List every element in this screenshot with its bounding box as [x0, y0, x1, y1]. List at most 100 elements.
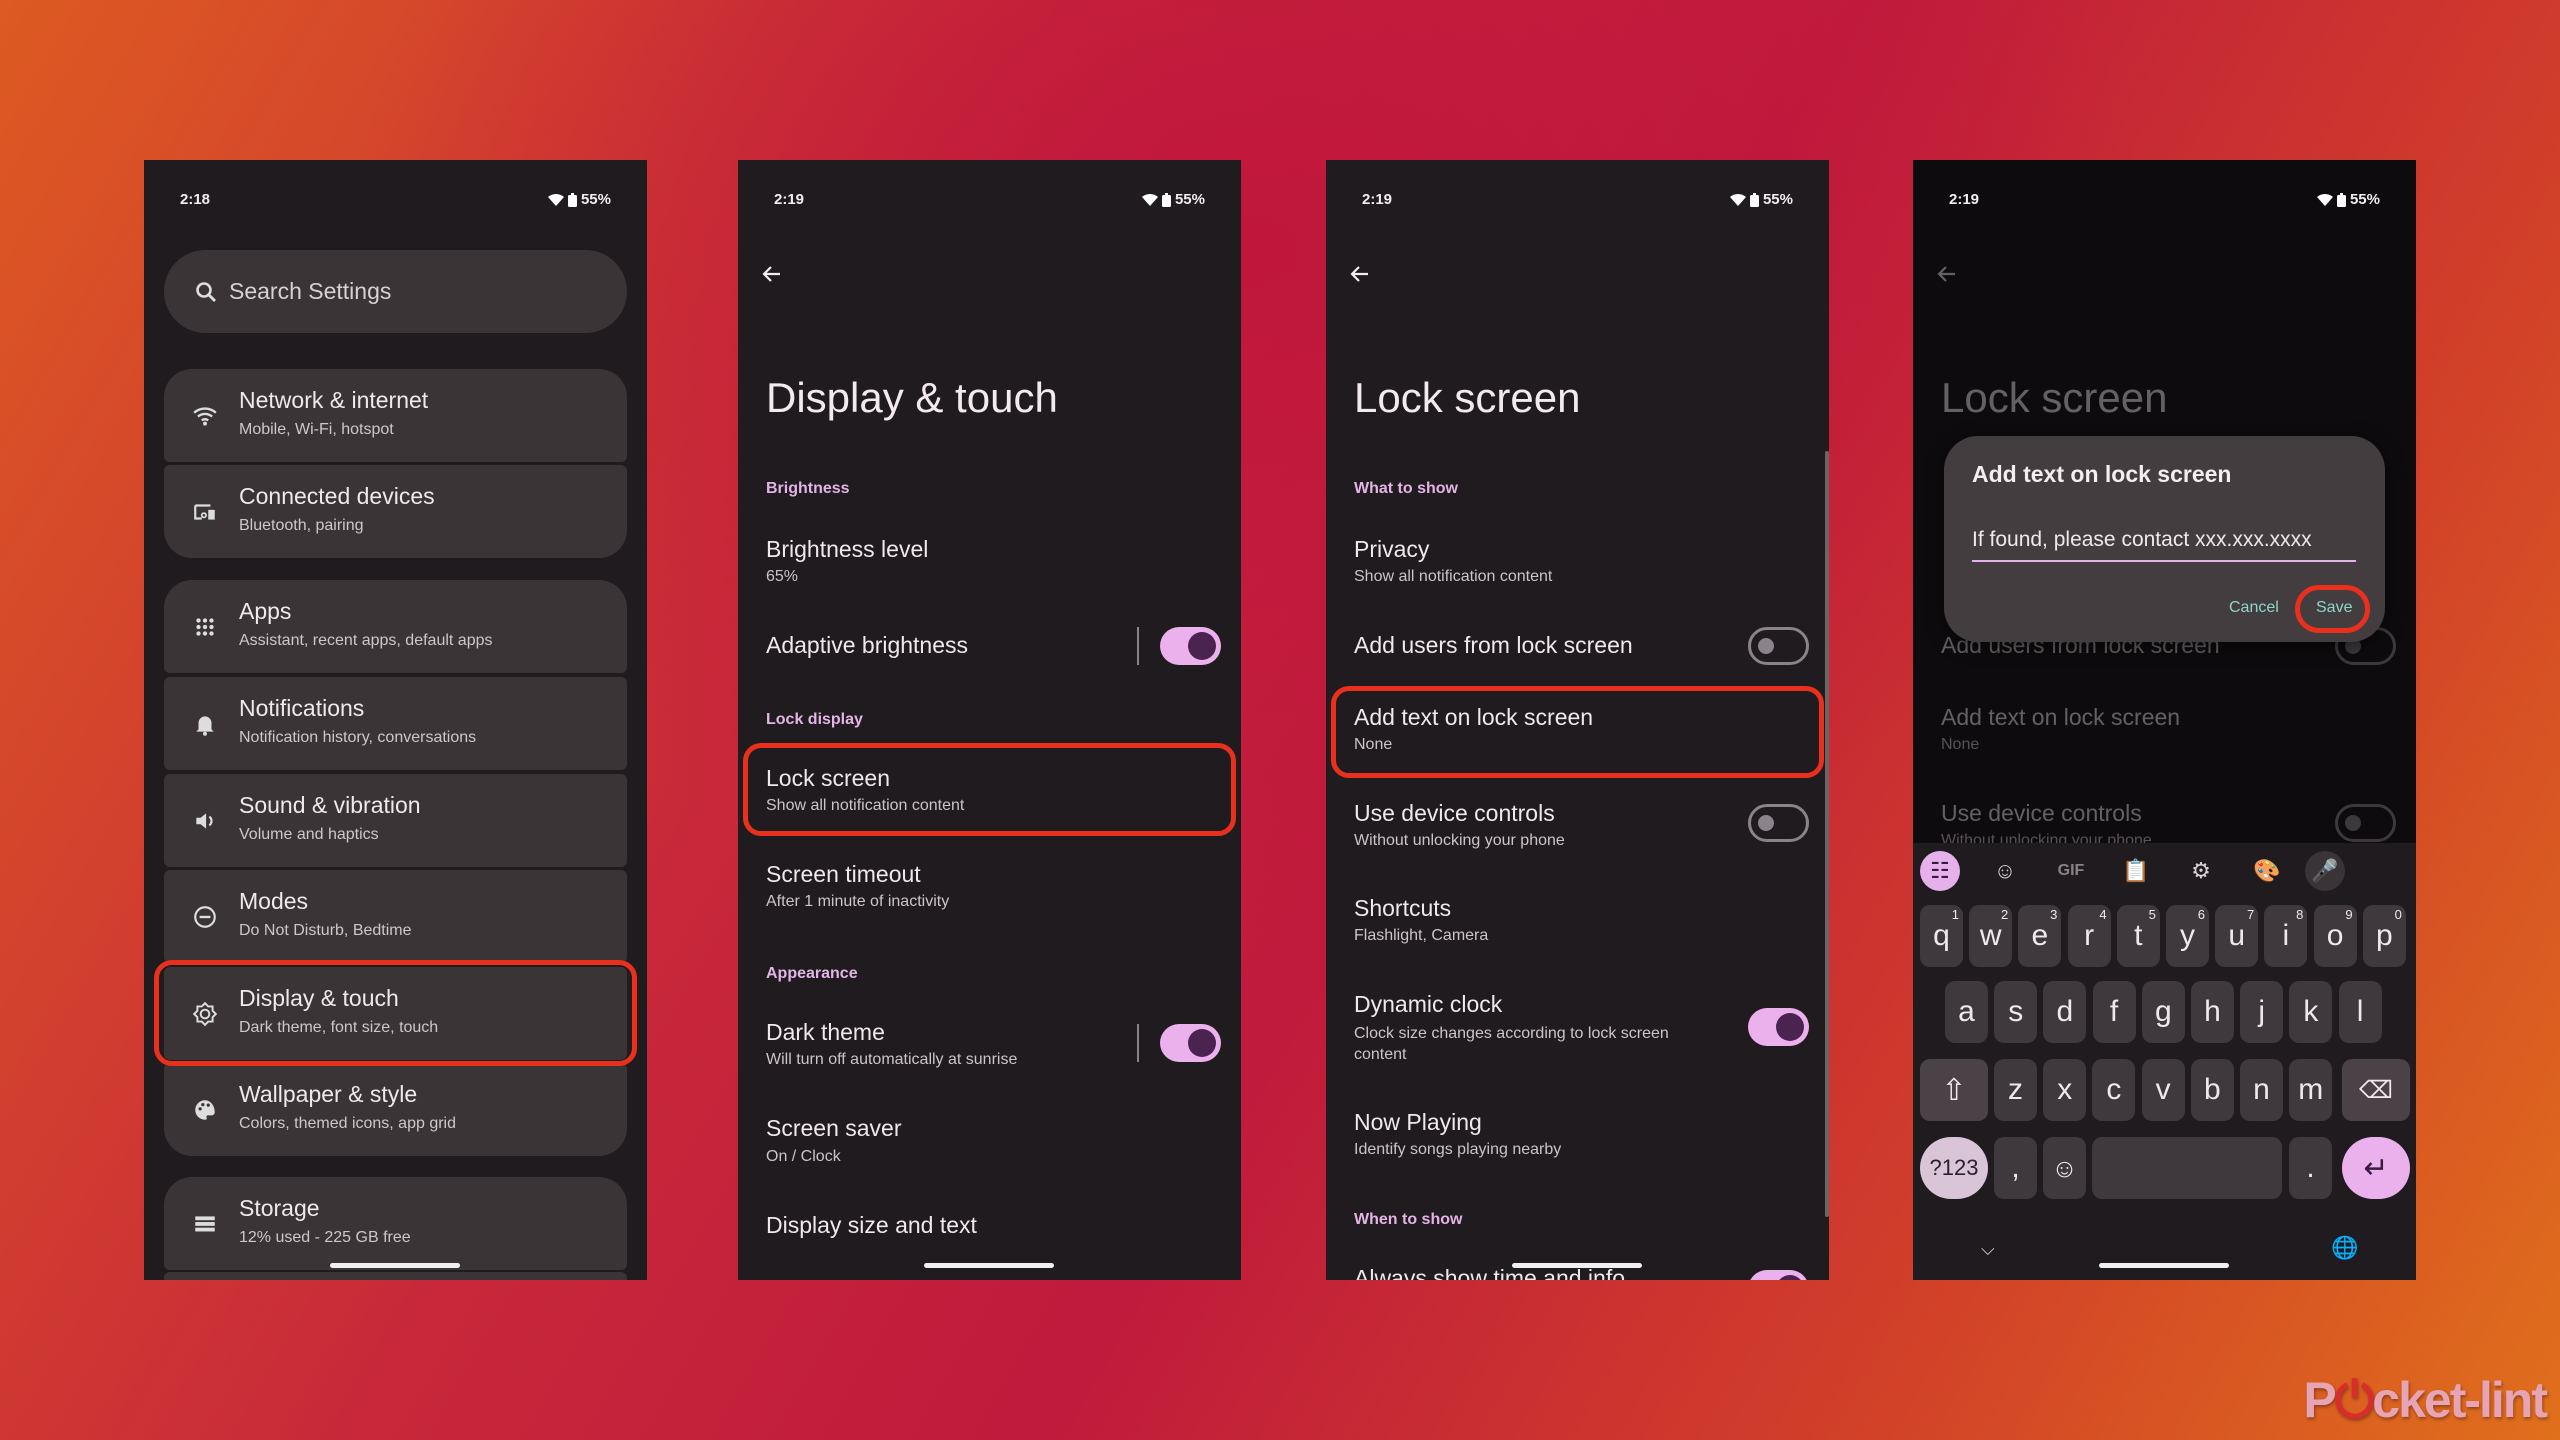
key-e[interactable]: e3: [2018, 905, 2062, 967]
add-users-toggle[interactable]: [1748, 627, 1809, 665]
page-title: Lock screen: [1941, 374, 2168, 421]
adaptive-brightness-toggle[interactable]: [1160, 627, 1221, 665]
scrollbar[interactable]: [1825, 451, 1829, 1217]
home-indicator[interactable]: [2099, 1263, 2229, 1268]
clipboard-icon[interactable]: 📋: [2116, 851, 2156, 891]
key-k[interactable]: k: [2289, 981, 2333, 1043]
key-y[interactable]: y6: [2166, 905, 2209, 967]
key-g[interactable]: g: [2141, 981, 2185, 1043]
gif-button[interactable]: GIF: [2051, 851, 2091, 891]
key-n[interactable]: n: [2240, 1059, 2283, 1121]
key-hint: 6: [2197, 907, 2205, 922]
home-indicator[interactable]: [1512, 1263, 1642, 1268]
key-hint: 1: [1951, 907, 1959, 922]
dynamic-clock-toggle[interactable]: [1748, 1008, 1809, 1046]
cancel-button[interactable]: Cancel: [2229, 599, 2279, 617]
globe-language-icon[interactable]: 🌐: [2331, 1235, 2358, 1261]
dark-theme[interactable]: Dark theme: [766, 1019, 885, 1046]
lock-screen-text-input[interactable]: If found, please contact xxx.xxx.xxxx: [1972, 528, 2356, 562]
now-playing[interactable]: Now Playing: [1354, 1109, 1482, 1136]
key-hint: 0: [2394, 907, 2402, 922]
shortcuts[interactable]: Shortcuts: [1354, 895, 1451, 922]
dynamic-clock[interactable]: Dynamic clock: [1354, 991, 1502, 1018]
key-m[interactable]: m: [2289, 1059, 2333, 1121]
device-controls-toggle[interactable]: [1748, 804, 1809, 842]
search-settings-bar[interactable]: Search Settings: [164, 250, 627, 333]
settings-item-sound-vibration[interactable]: Sound & vibration Volume and haptics: [164, 774, 627, 867]
brightness-level[interactable]: Brightness level: [766, 536, 928, 563]
settings-item-apps[interactable]: Apps Assistant, recent apps, default apps: [164, 580, 627, 673]
key-w[interactable]: w2: [1969, 905, 2013, 967]
apps-grid-icon[interactable]: ☷: [1920, 851, 1960, 891]
now-playing-subtitle: Identify songs playing nearby: [1354, 1141, 1562, 1158]
key-b[interactable]: b: [2190, 1059, 2234, 1121]
item-subtitle: Volume and haptics: [239, 826, 379, 843]
key-v[interactable]: v: [2141, 1059, 2185, 1121]
search-icon: [196, 282, 216, 302]
modes-icon: [192, 904, 218, 930]
display-size-and-text[interactable]: Display size and text: [766, 1212, 977, 1239]
item-title: Modes: [239, 888, 309, 914]
backspace-key[interactable]: ⌫: [2342, 1059, 2410, 1121]
item-title: Wallpaper & style: [239, 1081, 418, 1107]
settings-item-notifications[interactable]: Notifications Notification history, conve…: [164, 677, 627, 770]
key-label: n: [2253, 1073, 2270, 1106]
add-users-from-lock-screen[interactable]: Add users from lock screen: [1354, 632, 1633, 659]
hide-keyboard-chevron-icon[interactable]: ⌵: [1981, 1239, 1995, 1260]
section-brightness: Brightness: [766, 480, 850, 497]
always-show-toggle[interactable]: [1748, 1270, 1809, 1280]
settings-item-connected-devices[interactable]: Connected devices Bluetooth, pairing: [164, 465, 627, 558]
key-s[interactable]: s: [1994, 981, 2038, 1043]
dark-theme-toggle[interactable]: [1160, 1024, 1221, 1062]
home-indicator[interactable]: [924, 1263, 1054, 1268]
screen-saver[interactable]: Screen saver: [766, 1115, 902, 1142]
item-subtitle: Assistant, recent apps, default apps: [239, 632, 493, 649]
key-x[interactable]: x: [2043, 1059, 2087, 1121]
settings-item-network-internet[interactable]: Network & internet Mobile, Wi-Fi, hotspot: [164, 369, 627, 462]
palette-icon[interactable]: 🎨: [2247, 851, 2287, 891]
shift-key[interactable]: ⇧: [1920, 1059, 1988, 1121]
key-h[interactable]: h: [2191, 981, 2234, 1043]
key-d[interactable]: d: [2043, 981, 2087, 1043]
next-settings-card[interactable]: [164, 1272, 627, 1280]
back-arrow-icon[interactable]: [1348, 262, 1372, 286]
space-key[interactable]: [2092, 1137, 2282, 1199]
key-hint: 7: [2246, 907, 2255, 922]
back-arrow-icon[interactable]: [760, 262, 784, 286]
settings-item-modes[interactable]: Modes Do Not Disturb, Bedtime: [164, 870, 627, 963]
divider: [1137, 1024, 1139, 1062]
emoji-key[interactable]: ☺: [2043, 1137, 2086, 1199]
period-key[interactable]: .: [2289, 1137, 2332, 1199]
page-title: Display & touch: [766, 374, 1058, 421]
key-c[interactable]: c: [2092, 1059, 2136, 1121]
key-u[interactable]: u7: [2215, 905, 2259, 967]
symbols-key[interactable]: ?123: [1920, 1137, 1988, 1199]
privacy[interactable]: Privacy: [1354, 536, 1429, 563]
home-indicator[interactable]: [330, 1263, 460, 1268]
sticker-icon[interactable]: ☺: [1985, 851, 2025, 891]
key-q[interactable]: q1: [1920, 905, 1963, 967]
key-r[interactable]: r4: [2067, 905, 2111, 967]
adaptive-brightness[interactable]: Adaptive brightness: [766, 632, 968, 659]
key-i[interactable]: i8: [2264, 905, 2308, 967]
key-label: q: [1933, 919, 1950, 952]
key-t[interactable]: t5: [2116, 905, 2160, 967]
settings-item-wallpaper-style[interactable]: Wallpaper & style Colors, themed icons, a…: [164, 1063, 627, 1156]
key-f[interactable]: f: [2092, 981, 2136, 1043]
enter-key[interactable]: ↵: [2342, 1137, 2410, 1199]
key-label: t: [2134, 919, 2143, 952]
screen-timeout[interactable]: Screen timeout: [766, 861, 921, 888]
key-l[interactable]: l: [2338, 981, 2382, 1043]
microphone-icon[interactable]: 🎤: [2305, 851, 2345, 891]
use-device-controls[interactable]: Use device controls: [1354, 800, 1555, 827]
key-label: d: [2056, 995, 2074, 1028]
battery-icon: [1749, 192, 1759, 207]
settings-item-storage[interactable]: Storage 12% used - 225 GB free: [164, 1177, 627, 1270]
settings-icon[interactable]: ⚙: [2181, 851, 2221, 891]
key-a[interactable]: a: [1945, 981, 1988, 1043]
key-z[interactable]: z: [1994, 1059, 2037, 1121]
key-p[interactable]: p0: [2362, 905, 2406, 967]
comma-key[interactable]: ,: [1994, 1137, 2037, 1199]
key-j[interactable]: j: [2240, 981, 2284, 1043]
key-o[interactable]: o9: [2313, 905, 2357, 967]
